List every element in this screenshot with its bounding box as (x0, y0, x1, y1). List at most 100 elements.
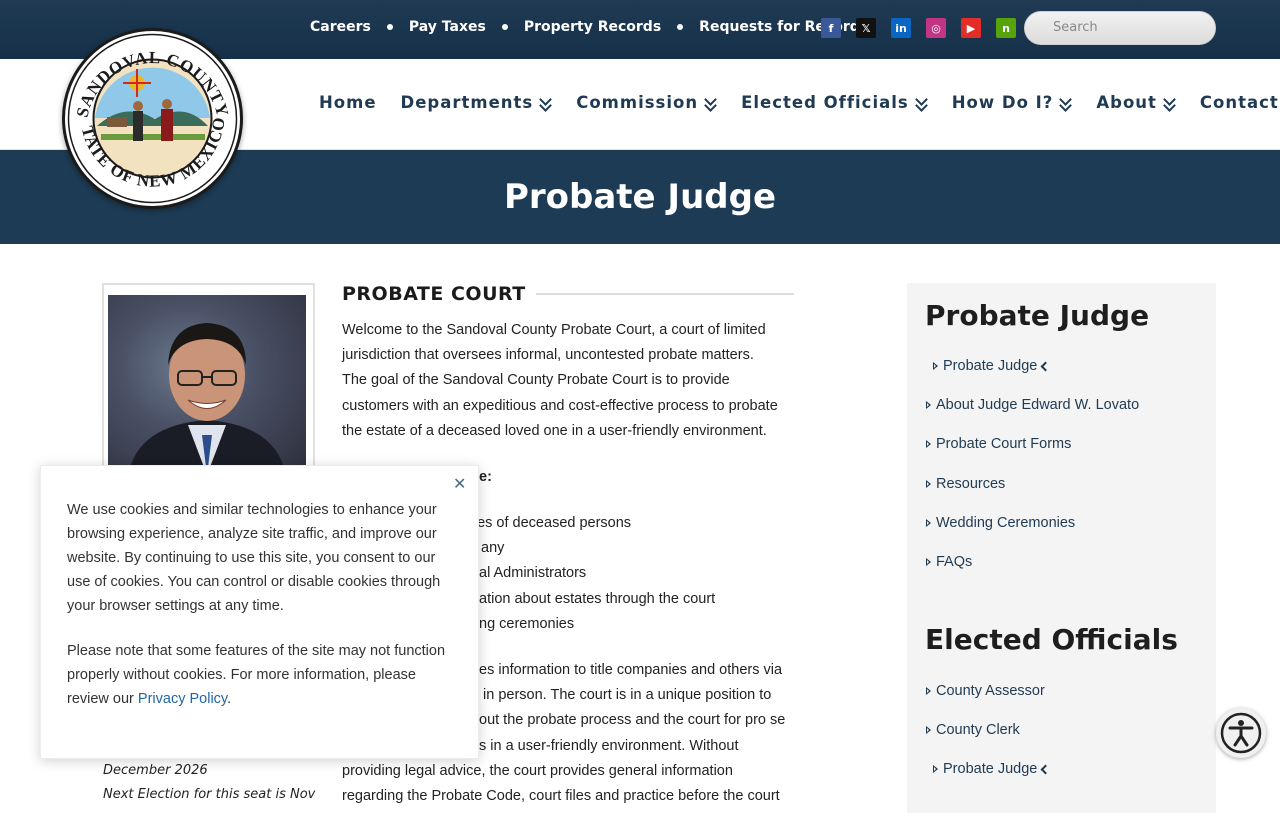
para2-line: out the probate process and the court fo… (479, 712, 786, 728)
chevron-down-icon (1059, 96, 1072, 110)
nav-label: Departments (400, 93, 534, 112)
caret-right-icon (926, 480, 931, 488)
instagram-icon[interactable]: ◎ (926, 18, 946, 38)
nav-item-contact[interactable]: Contact (1200, 93, 1279, 112)
sidebar-item-county-assessor[interactable]: County Assessor (926, 683, 1045, 699)
service-list-fragment-3: al Administrators (479, 565, 587, 581)
nav-label: Contact (1199, 93, 1279, 112)
property-records-link[interactable]: Property Records (524, 19, 661, 35)
caret-right-icon (926, 558, 931, 566)
caret-right-icon (926, 401, 931, 409)
nav-label: Elected Officials (741, 93, 909, 112)
nav-item-commission[interactable]: Commission (576, 93, 717, 112)
chevron-down-icon (1163, 96, 1176, 110)
service-list-fragment-1: ates of deceased persons (465, 515, 632, 531)
youtube-icon[interactable]: ▶ (961, 18, 981, 38)
para2-line: providing legal advice, the court provid… (342, 763, 733, 779)
para2-line: regarding the Probate Code, court files … (342, 788, 780, 804)
main-nav: Home Departments Commission Elected Offi… (319, 93, 1279, 112)
term-end-note: December 2026 (103, 763, 208, 778)
cookie-consent-dialog: ✕ We use cookies and similar technologie… (40, 465, 479, 759)
list-heading-fragment: e: (479, 469, 492, 485)
cookie-note-text: Please note that some features of the si… (67, 643, 446, 707)
sidebar-item-wedding-ceremonies[interactable]: Wedding Ceremonies (926, 515, 1075, 531)
x-twitter-icon[interactable]: 𝕏 (856, 18, 876, 38)
careers-link[interactable]: Careers (310, 19, 371, 35)
sidebar: Probate Judge Probate Judge About Judge … (907, 283, 1216, 813)
text-line: customers with an expeditious and cost-e… (342, 397, 778, 414)
nav-item-departments[interactable]: Departments (401, 93, 553, 112)
caret-right-icon (926, 726, 931, 734)
linkedin-icon[interactable]: in (891, 18, 911, 38)
text-line: jurisdiction that oversees informal, unc… (342, 347, 754, 364)
chevron-down-icon (704, 96, 717, 110)
utility-links: Careers Pay Taxes Property Records Reque… (310, 19, 868, 35)
sidebar-item-label: Wedding Ceremonies (936, 515, 1076, 531)
judge-portrait-image (128, 323, 286, 475)
section-heading-text: PROBATE COURT (342, 283, 526, 305)
para2-line: in person. The court is in a unique posi… (479, 687, 772, 703)
cookie-message: We use cookies and similar technologies … (67, 502, 441, 614)
sidebar-item-about-judge[interactable]: About Judge Edward W. Lovato (926, 397, 1139, 413)
sidebar-item-label: Resources (936, 476, 1006, 492)
sidebar-item-probate-judge-2[interactable]: Probate Judge (933, 761, 1051, 777)
main-content: PROBATE COURT (342, 283, 794, 305)
para2-line: s in a user-friendly environment. Withou… (479, 738, 739, 754)
text-line: the estate of a deceased loved one in a … (342, 422, 767, 439)
nav-label: How Do I? (951, 93, 1054, 112)
sidebar-item-label: County Assessor (936, 683, 1045, 699)
service-list-fragment-2: any (481, 540, 505, 556)
separator-dot (677, 24, 684, 30)
section-heading: PROBATE COURT (342, 283, 794, 305)
nav-label: Home (319, 93, 377, 112)
sidebar-item-probate-judge[interactable]: Probate Judge (933, 358, 1051, 374)
nav-item-elected-officials[interactable]: Elected Officials (741, 93, 928, 112)
separator-dot (501, 24, 508, 30)
judge-photo-frame (102, 283, 315, 483)
caret-right-icon (926, 687, 931, 695)
cookie-note-end: . (227, 691, 232, 707)
nav-label: About (1096, 93, 1157, 112)
sidebar-item-label: County Clerk (936, 722, 1020, 738)
separator-dot (386, 24, 393, 30)
search-input[interactable]: Search (1024, 11, 1216, 45)
sidebar-item-county-clerk[interactable]: County Clerk (926, 722, 1020, 738)
sidebar-item-probate-court-forms[interactable]: Probate Court Forms (926, 436, 1071, 452)
county-seal-logo[interactable]: SANDOVAL COUNTY STATE OF NEW MEXICO (60, 16, 243, 209)
chevron-down-icon (539, 96, 552, 110)
privacy-policy-link[interactable]: Privacy Policy (138, 691, 227, 707)
sidebar-section-title: Probate Judge (925, 299, 1150, 332)
sidebar-item-label: Probate Judge (943, 761, 1038, 777)
nav-item-how-do-i[interactable]: How Do I? (952, 93, 1073, 112)
pay-taxes-link[interactable]: Pay Taxes (409, 19, 486, 35)
county-seal-icon: SANDOVAL COUNTY STATE OF NEW MEXICO (60, 16, 238, 204)
intro-paragraph: Welcome to the Sandoval County Probate C… (342, 318, 797, 444)
caret-right-icon (926, 440, 931, 448)
sidebar-item-label: Probate Court Forms (936, 436, 1072, 452)
chevron-left-icon (1040, 361, 1051, 371)
service-list-fragment-5: ng ceremonies (479, 616, 575, 632)
sidebar-item-resources[interactable]: Resources (926, 476, 1005, 492)
facebook-icon[interactable]: f (821, 18, 841, 38)
caret-right-icon (933, 362, 938, 370)
service-list-fragment-4: ation about estates through the court (479, 591, 716, 607)
caret-right-icon (933, 765, 938, 773)
sidebar-item-faqs[interactable]: FAQs (926, 554, 972, 570)
chevron-down-icon (915, 96, 928, 110)
nextdoor-icon[interactable]: n (996, 18, 1016, 38)
nav-item-home[interactable]: Home (319, 93, 377, 112)
chevron-left-icon (1040, 764, 1051, 774)
judge-photo (108, 295, 306, 475)
sidebar-item-label: FAQs (936, 554, 973, 570)
sidebar-item-label: About Judge Edward W. Lovato (936, 397, 1140, 413)
sidebar-section-title: Elected Officials (925, 623, 1178, 656)
sidebar-item-label: Probate Judge (943, 358, 1038, 374)
accessibility-button[interactable] (1216, 708, 1266, 758)
close-icon[interactable]: ✕ (453, 474, 466, 493)
text-line: The goal of the Sandoval County Probate … (342, 372, 730, 389)
cookie-note: Please note that some features of the si… (67, 639, 459, 711)
heading-rule (535, 293, 794, 295)
text-line: Welcome to the Sandoval County Probate C… (342, 322, 766, 338)
nav-item-about[interactable]: About (1096, 93, 1176, 112)
nav-label: Commission (576, 93, 699, 112)
